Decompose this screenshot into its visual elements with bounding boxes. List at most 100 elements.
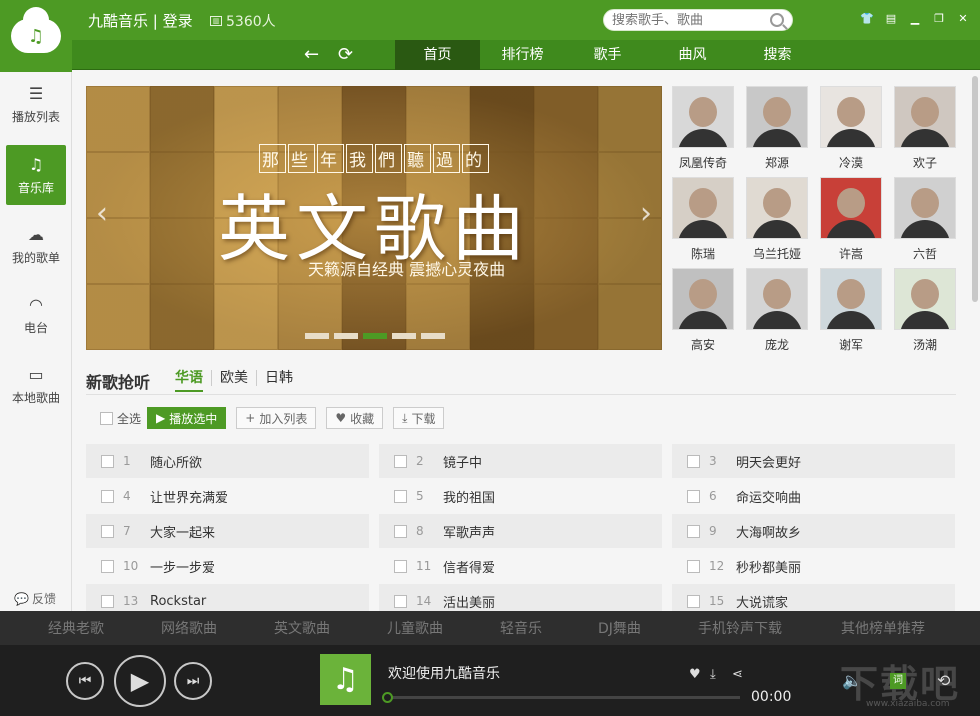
artist-name[interactable]: 汤潮: [894, 336, 956, 353]
carousel-dot[interactable]: [334, 333, 358, 339]
song-title[interactable]: 让世界充满爱: [150, 487, 228, 506]
artist-name[interactable]: 庞龙: [746, 336, 808, 353]
artist-photo[interactable]: [672, 177, 734, 239]
song-title[interactable]: Rockstar: [150, 594, 206, 609]
song-title[interactable]: 大说谎家: [736, 592, 788, 611]
song-row[interactable]: 1 随心所欲: [86, 444, 369, 478]
song-title[interactable]: 一步一步爱: [150, 557, 215, 576]
chevron-right-icon[interactable]: ›: [640, 196, 652, 231]
progress-knob[interactable]: [382, 692, 393, 703]
artist-card[interactable]: 郑源: [746, 86, 808, 171]
album-cover[interactable]: ♫: [320, 654, 371, 705]
carousel-dot[interactable]: [305, 333, 329, 339]
tab-home[interactable]: 首页: [395, 40, 480, 70]
artist-photo[interactable]: [746, 86, 808, 148]
song-checkbox[interactable]: [687, 559, 700, 573]
song-row[interactable]: 8 军歌声声: [379, 514, 662, 548]
song-checkbox[interactable]: [101, 489, 114, 503]
refresh-icon[interactable]: ⟳: [338, 44, 353, 65]
song-row[interactable]: 15 大说谎家: [672, 584, 955, 611]
tab-charts[interactable]: 排行榜: [480, 40, 565, 70]
artist-name[interactable]: 许嵩: [820, 245, 882, 262]
song-title[interactable]: 活出美丽: [443, 592, 495, 611]
song-checkbox[interactable]: [687, 524, 700, 538]
search-icon[interactable]: [770, 13, 784, 27]
artist-name[interactable]: 高安: [672, 336, 734, 353]
search-input[interactable]: [612, 12, 762, 28]
close-icon[interactable]: ✕: [956, 12, 970, 26]
checkbox[interactable]: [100, 411, 113, 425]
sidebar-item-local-songs[interactable]: ▭ 本地歌曲: [6, 355, 66, 415]
artist-name[interactable]: 六哲: [894, 245, 956, 262]
song-checkbox[interactable]: [687, 489, 700, 503]
song-title[interactable]: 明天会更好: [736, 452, 801, 471]
back-arrow-icon[interactable]: ←: [304, 44, 319, 65]
artist-card[interactable]: 冷漠: [820, 86, 882, 171]
artist-name[interactable]: 谢军: [820, 336, 882, 353]
category-link[interactable]: 经典老歌: [48, 618, 104, 638]
play-selected-button[interactable]: ▶ 播放选中: [147, 407, 227, 429]
artist-card[interactable]: 凤凰传奇: [672, 86, 734, 171]
progress-bar[interactable]: [382, 692, 740, 703]
artist-photo[interactable]: [746, 177, 808, 239]
tab-search[interactable]: 搜索: [735, 40, 820, 70]
artist-photo[interactable]: [820, 268, 882, 330]
song-checkbox[interactable]: [101, 594, 114, 608]
song-row[interactable]: 7 大家一起来: [86, 514, 369, 548]
artist-photo[interactable]: [894, 86, 956, 148]
play-button[interactable]: ▶: [114, 655, 166, 707]
tab-western[interactable]: 欧美: [212, 370, 257, 386]
next-track-button[interactable]: ⏭: [174, 662, 212, 700]
lyrics-toggle-button[interactable]: 词: [890, 673, 906, 689]
tab-genres[interactable]: 曲风: [650, 40, 735, 70]
artist-card[interactable]: 高安: [672, 268, 734, 353]
artist-card[interactable]: 欢子: [894, 86, 956, 171]
artist-photo[interactable]: [746, 268, 808, 330]
artist-card[interactable]: 许嵩: [820, 177, 882, 262]
artist-photo[interactable]: [820, 86, 882, 148]
artist-name[interactable]: 凤凰传奇: [672, 154, 734, 171]
tab-chinese[interactable]: 华语: [175, 370, 212, 386]
artist-name[interactable]: 欢子: [894, 154, 956, 171]
song-row[interactable]: 12 秒秒都美丽: [672, 549, 955, 583]
artist-card[interactable]: 乌兰托娅: [746, 177, 808, 262]
sidebar-item-my-playlists[interactable]: ☁ 我的歌单: [6, 215, 66, 275]
song-row[interactable]: 3 明天会更好: [672, 444, 955, 478]
song-title[interactable]: 镜子中: [443, 452, 482, 471]
favorite-button[interactable]: ♥ 收藏: [326, 407, 384, 429]
song-title[interactable]: 大家一起来: [150, 522, 215, 541]
sidebar-item-music-library[interactable]: ♫ 音乐库: [6, 145, 66, 205]
carousel-dot[interactable]: [392, 333, 416, 339]
download-icon[interactable]: ⤓: [710, 667, 716, 682]
song-row[interactable]: 11 信者得爱: [379, 549, 662, 583]
download-button[interactable]: ⤓ 下载: [393, 407, 445, 429]
carousel-dot[interactable]: [421, 333, 445, 339]
song-row[interactable]: 13 Rockstar: [86, 584, 369, 611]
artist-name[interactable]: 陈瑞: [672, 245, 734, 262]
category-link[interactable]: 网络歌曲: [161, 618, 217, 638]
song-checkbox[interactable]: [394, 489, 407, 503]
select-all-checkbox[interactable]: 全选: [100, 410, 141, 427]
previous-track-button[interactable]: ⏮: [66, 662, 104, 700]
song-title[interactable]: 秒秒都美丽: [736, 557, 801, 576]
sidebar-item-playlist[interactable]: ☰ 播放列表: [6, 74, 66, 134]
artist-card[interactable]: 庞龙: [746, 268, 808, 353]
maximize-icon[interactable]: ❐: [932, 12, 946, 26]
song-title[interactable]: 随心所欲: [150, 452, 202, 471]
artist-name[interactable]: 乌兰托娅: [746, 245, 808, 262]
category-link[interactable]: 儿童歌曲: [387, 618, 443, 638]
heart-icon[interactable]: ♥: [689, 667, 701, 682]
song-checkbox[interactable]: [687, 594, 700, 608]
scrollbar[interactable]: [972, 76, 978, 302]
tab-japan-korea[interactable]: 日韩: [257, 370, 301, 386]
song-title[interactable]: 信者得爱: [443, 557, 495, 576]
song-row[interactable]: 14 活出美丽: [379, 584, 662, 611]
artist-card[interactable]: 汤潮: [894, 268, 956, 353]
share-icon[interactable]: ⋖: [732, 667, 743, 682]
song-title[interactable]: 我的祖国: [443, 487, 495, 506]
song-checkbox[interactable]: [101, 559, 114, 573]
artist-photo[interactable]: [894, 177, 956, 239]
artist-card[interactable]: 陈瑞: [672, 177, 734, 262]
artist-name[interactable]: 郑源: [746, 154, 808, 171]
add-to-list-button[interactable]: + 加入列表: [236, 407, 317, 429]
